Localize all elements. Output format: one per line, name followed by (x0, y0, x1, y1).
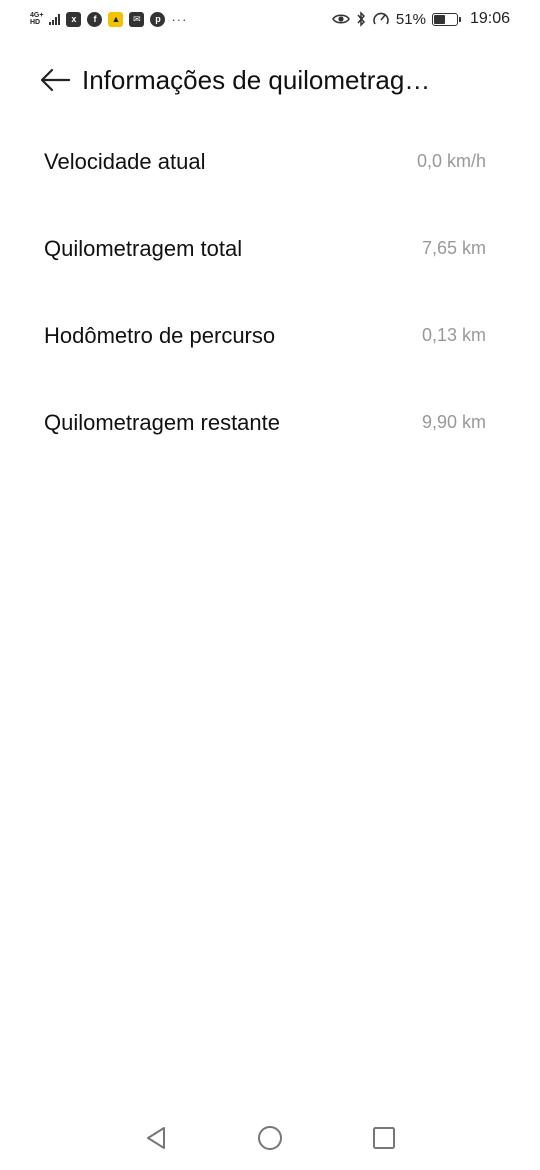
facebook-icon: f (87, 11, 103, 27)
eye-icon (331, 13, 350, 25)
list-item-value: 9,90 km (421, 412, 486, 432)
back-arrow-icon (40, 68, 71, 92)
square-recents-icon (373, 1127, 395, 1149)
list-item-current-speed: Velocidade atual 0,0 km/h (0, 118, 540, 205)
back-button[interactable] (38, 63, 72, 97)
nav-home-button[interactable] (257, 1125, 283, 1151)
clock: 19:06 (469, 10, 510, 27)
list-item-label: Velocidade atual (44, 148, 206, 174)
list-item-total-mileage: Quilometragem total 7,65 km (0, 205, 540, 292)
list-item-label: Quilometragem total (44, 235, 243, 261)
status-left: 4G+ HD x f ▲ ✉ p ··· (30, 11, 188, 27)
system-nav-bar (0, 1106, 540, 1170)
fire-app-icon: ▲ (108, 11, 124, 27)
network-type: 4G+ HD (30, 12, 43, 26)
list-item-value: 0,13 km (421, 325, 486, 345)
status-right: 51% 19:06 (331, 10, 510, 28)
network-label-bottom: HD (30, 19, 41, 26)
mileage-list: Velocidade atual 0,0 km/h Quilometragem … (0, 118, 540, 466)
list-item-value: 0,0 km/h (416, 151, 486, 171)
status-bar: 4G+ HD x f ▲ ✉ p ··· 51% 19:06 (0, 0, 540, 38)
list-item-remaining-mileage: Quilometragem restante 9,90 km (0, 379, 540, 466)
list-item-value: 7,65 km (421, 238, 486, 258)
network-label-top: 4G+ (30, 12, 44, 19)
battery-percent: 51% (395, 10, 426, 28)
nav-recents-button[interactable] (371, 1125, 397, 1151)
triangle-back-icon (147, 1127, 165, 1149)
list-item-trip-odometer: Hodômetro de percurso 0,13 km (0, 292, 540, 379)
list-item-label: Quilometragem restante (44, 409, 280, 435)
battery-icon (431, 12, 461, 26)
page-title: Informações de quilometrag… (82, 64, 431, 95)
nav-back-button[interactable] (143, 1125, 169, 1151)
list-item-label: Hodômetro de percurso (44, 322, 276, 348)
data-saver-icon: x (66, 11, 82, 27)
circle-home-icon (258, 1126, 282, 1150)
bluetooth-icon (356, 11, 366, 27)
battery-fill (433, 14, 446, 24)
app-header: Informações de quilometrag… (0, 52, 540, 108)
more-notifications-icon: ··· (171, 11, 188, 27)
signal-icon (49, 13, 61, 25)
screen: 4G+ HD x f ▲ ✉ p ··· 51% 19:06 Informaçõ… (0, 0, 540, 1170)
pinterest-icon: p (150, 11, 166, 27)
mail-icon: ✉ (129, 11, 145, 27)
speed-gauge-icon (372, 11, 390, 27)
